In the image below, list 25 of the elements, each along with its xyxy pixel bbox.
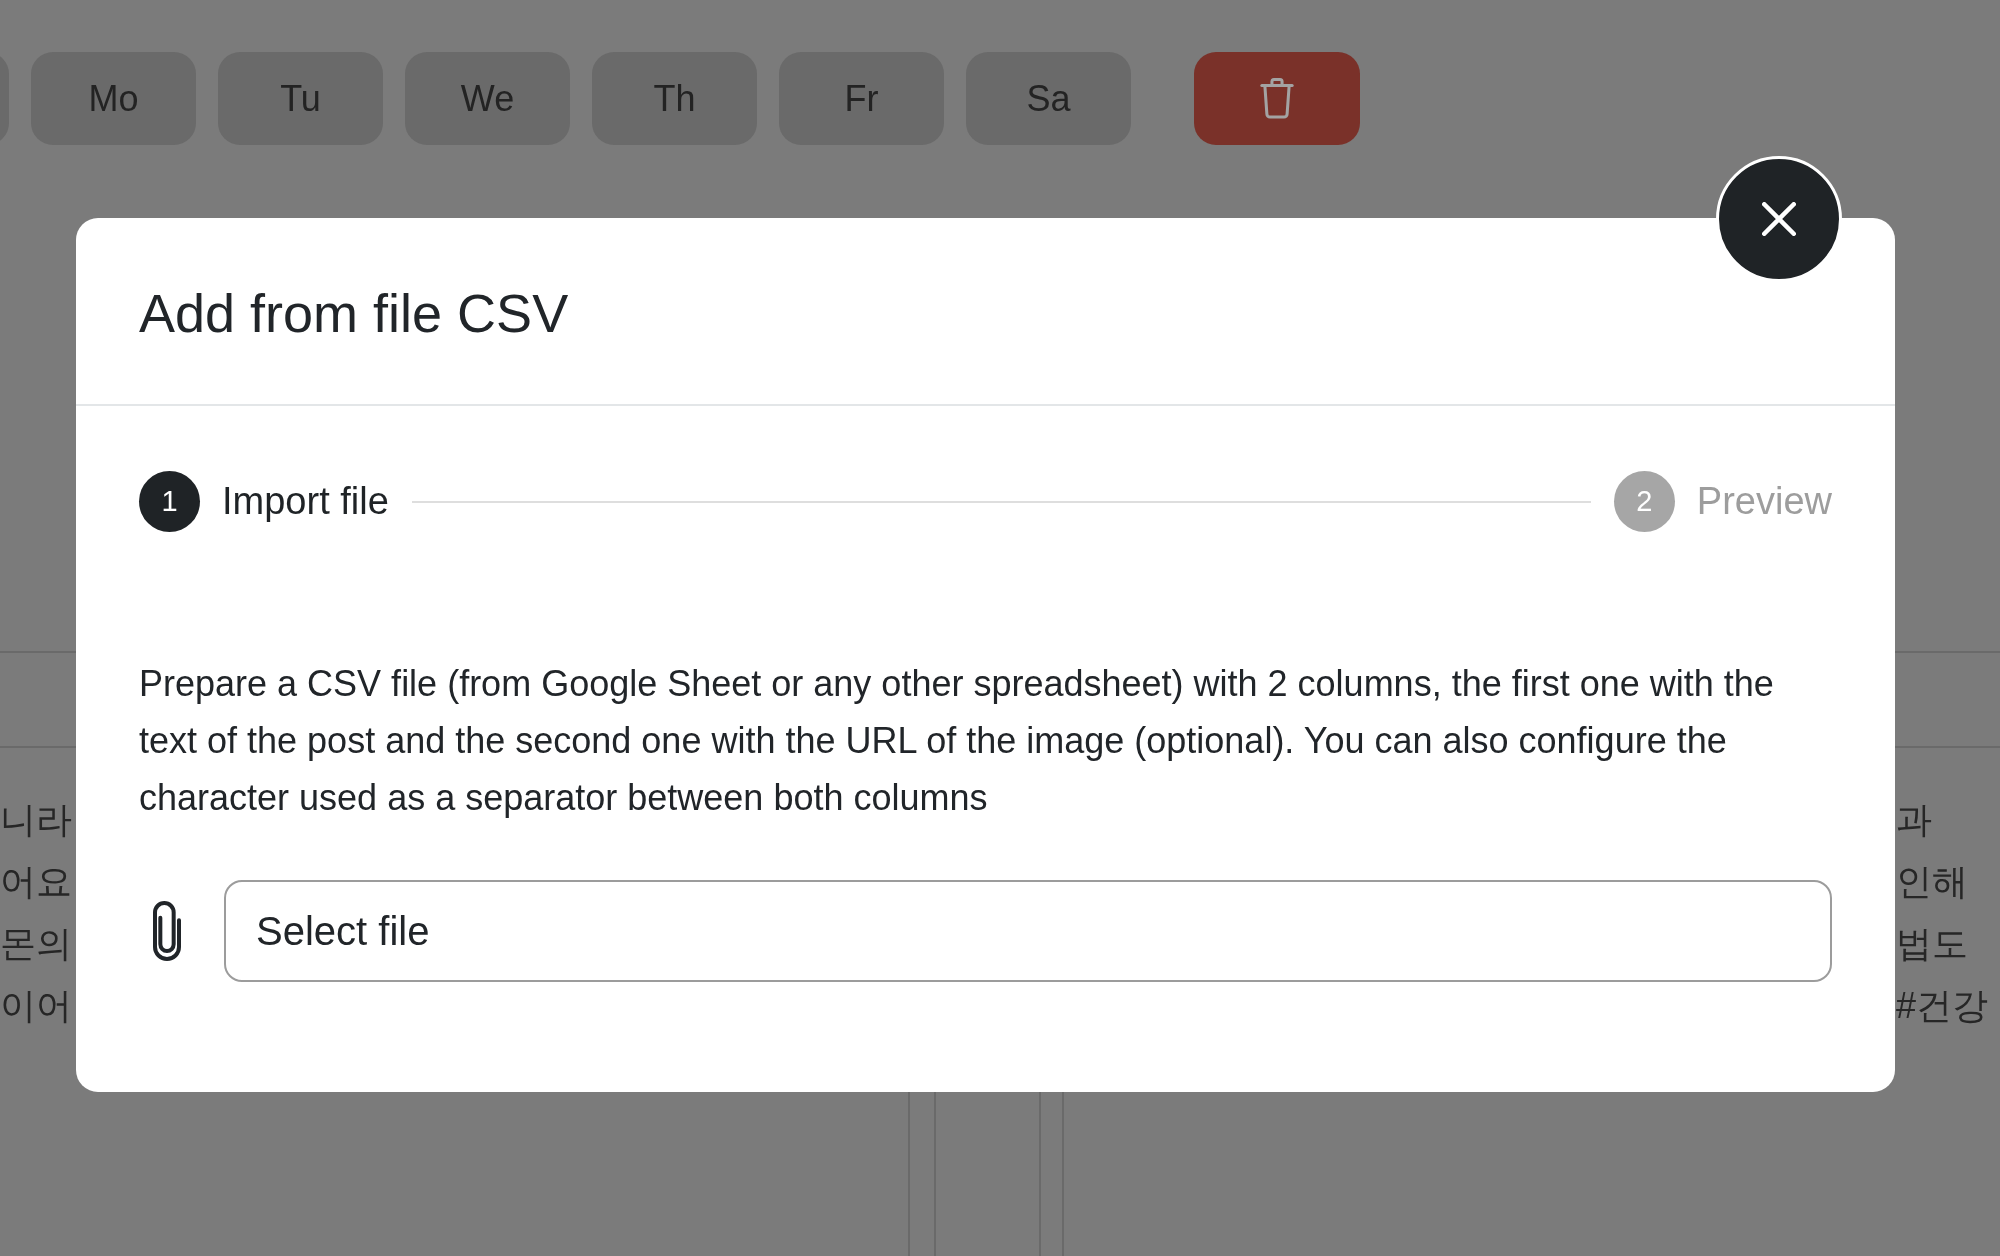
day-button[interactable]: Sa [966,52,1131,145]
delete-button[interactable] [1194,52,1360,145]
card-text: 니라 [0,798,72,842]
step-number: 1 [139,471,200,532]
step-label: Preview [1696,480,1832,523]
day-button[interactable]: Mo [31,52,196,145]
paperclip-icon [153,901,181,961]
day-button[interactable]: Th [592,52,757,145]
card-text: 과 [1896,798,1932,842]
description-text: Prepare a CSV file (from Google Sheet or any other spreadsheet) with 2 columns, the first one with the text of the post and the second one with the URL of the image (optional). You can also configure the character used as a separator between both columns [139,662,1775,820]
step-label: Import file [222,480,389,523]
step-number: 2 [1613,471,1675,532]
day-button[interactable]: Tu [218,52,383,145]
card-text: 몬의 [0,922,72,966]
card-text: #건강 [1896,984,1989,1028]
file-input-field[interactable]: Select file [224,880,1832,982]
close-icon [1762,202,1796,236]
trash-icon [1260,78,1294,119]
card-text: 인해 [1896,860,1968,904]
dialog-title: Add from file CSV [139,282,569,345]
day-button[interactable]: We [405,52,570,145]
card-text: 이어 [0,984,72,1028]
day-button[interactable]: Fr [779,52,944,145]
card-text: 법도 [1896,922,1968,966]
card-text: 어요 [0,860,72,904]
